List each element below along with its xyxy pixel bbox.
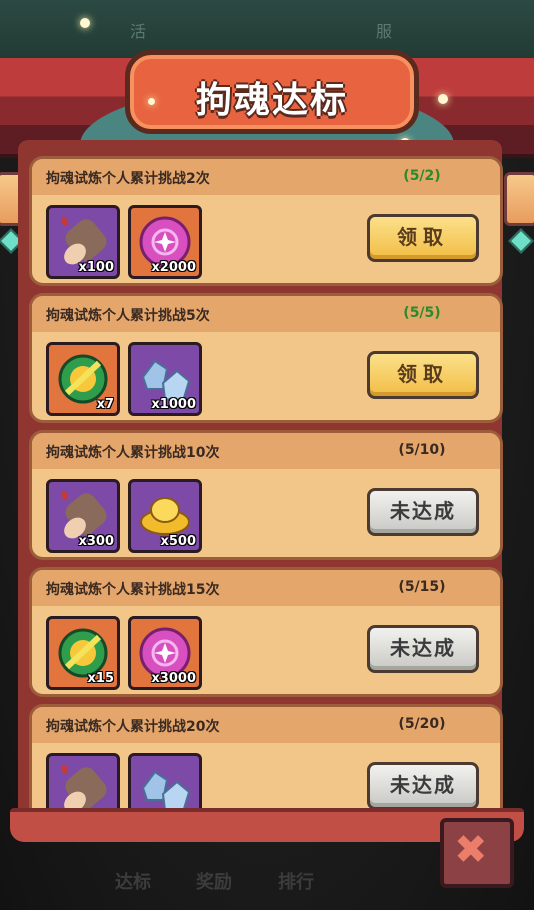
lantern-right — [504, 172, 534, 226]
task-progress: (5/20) — [398, 716, 446, 732]
background-text-right: 服 — [376, 22, 393, 41]
reward-count: x100 — [78, 260, 114, 275]
reward-item[interactable]: x15 — [46, 616, 120, 690]
not-achieved-button[interactable]: 未达成 — [367, 625, 479, 673]
task-progress: (5/15) — [398, 579, 446, 595]
page-title: 拘魂达标 — [195, 80, 348, 121]
claim-button[interactable]: 领取 — [367, 214, 479, 262]
task-title: 拘魂试炼个人累计挑战20次 — [46, 719, 220, 735]
not-achieved-button[interactable]: 未达成 — [367, 762, 479, 808]
task-header: 拘魂试炼个人累计挑战5次 (5/5) — [32, 296, 500, 332]
close-button[interactable]: ✖ — [440, 818, 514, 888]
task-progress: (5/2) — [403, 168, 441, 184]
task-header: 拘魂试炼个人累计挑战20次 (5/20) — [32, 707, 500, 743]
sparkle — [80, 18, 90, 28]
task-card: 拘魂试炼个人累计挑战2次 (5/2) x100 x2000 领取 — [29, 156, 503, 286]
reward-item[interactable]: x300 — [46, 479, 120, 553]
nav-tab-ranking[interactable]: 排行 — [278, 868, 314, 894]
task-card: 拘魂试炼个人累计挑战20次 (5/20) 未达成 — [29, 704, 503, 808]
reward-count: x15 — [87, 671, 114, 686]
reward-count: x7 — [96, 397, 114, 412]
task-progress: (5/5) — [403, 305, 441, 321]
reward-item[interactable] — [46, 753, 120, 808]
task-list[interactable]: 拘魂试炼个人累计挑战2次 (5/2) x100 x2000 领取 拘魂试炼个人累计挑战5次… — [27, 154, 503, 808]
reward-count: x500 — [160, 534, 196, 549]
task-card: 拘魂试炼个人累计挑战5次 (5/5) x7 x1000 领取 — [29, 293, 503, 423]
task-title: 拘魂试炼个人累计挑战2次 — [46, 171, 210, 187]
claim-button[interactable]: 领取 — [367, 351, 479, 399]
reward-item[interactable]: x7 — [46, 342, 120, 416]
task-title: 拘魂试炼个人累计挑战15次 — [46, 582, 220, 598]
nav-tab-target[interactable]: 达标 — [115, 868, 151, 894]
reward-count: x2000 — [151, 260, 196, 275]
reward-count: x3000 — [151, 671, 196, 686]
title-plate: 拘魂达标 — [125, 50, 419, 134]
task-header: 拘魂试炼个人累计挑战15次 (5/15) — [32, 570, 500, 606]
reward-item[interactable]: x3000 — [128, 616, 202, 690]
close-icon: ✖ — [454, 827, 488, 873]
task-header: 拘魂试炼个人累计挑战2次 (5/2) — [32, 159, 500, 195]
nav-tab-rewards[interactable]: 奖励 — [196, 868, 232, 894]
reward-count: x1000 — [151, 397, 196, 412]
reward-count: x300 — [78, 534, 114, 549]
background-text-left: 活 — [130, 22, 147, 41]
task-card: 拘魂试炼个人累计挑战15次 (5/15) x15 x3000 未达成 — [29, 567, 503, 697]
task-progress: (5/10) — [398, 442, 446, 458]
not-achieved-button[interactable]: 未达成 — [367, 488, 479, 536]
reward-item[interactable]: x1000 — [128, 342, 202, 416]
task-header: 拘魂试炼个人累计挑战10次 (5/10) — [32, 433, 500, 469]
reward-item[interactable]: x2000 — [128, 205, 202, 279]
task-card: 拘魂试炼个人累计挑战10次 (5/10) x300 x500 未达成 — [29, 430, 503, 560]
sparkle — [438, 94, 448, 104]
reward-item[interactable]: x500 — [128, 479, 202, 553]
task-title: 拘魂试炼个人累计挑战5次 — [46, 308, 210, 324]
sparkle — [148, 98, 155, 105]
task-title: 拘魂试炼个人累计挑战10次 — [46, 445, 220, 461]
reward-item[interactable] — [128, 753, 202, 808]
reward-item[interactable]: x100 — [46, 205, 120, 279]
